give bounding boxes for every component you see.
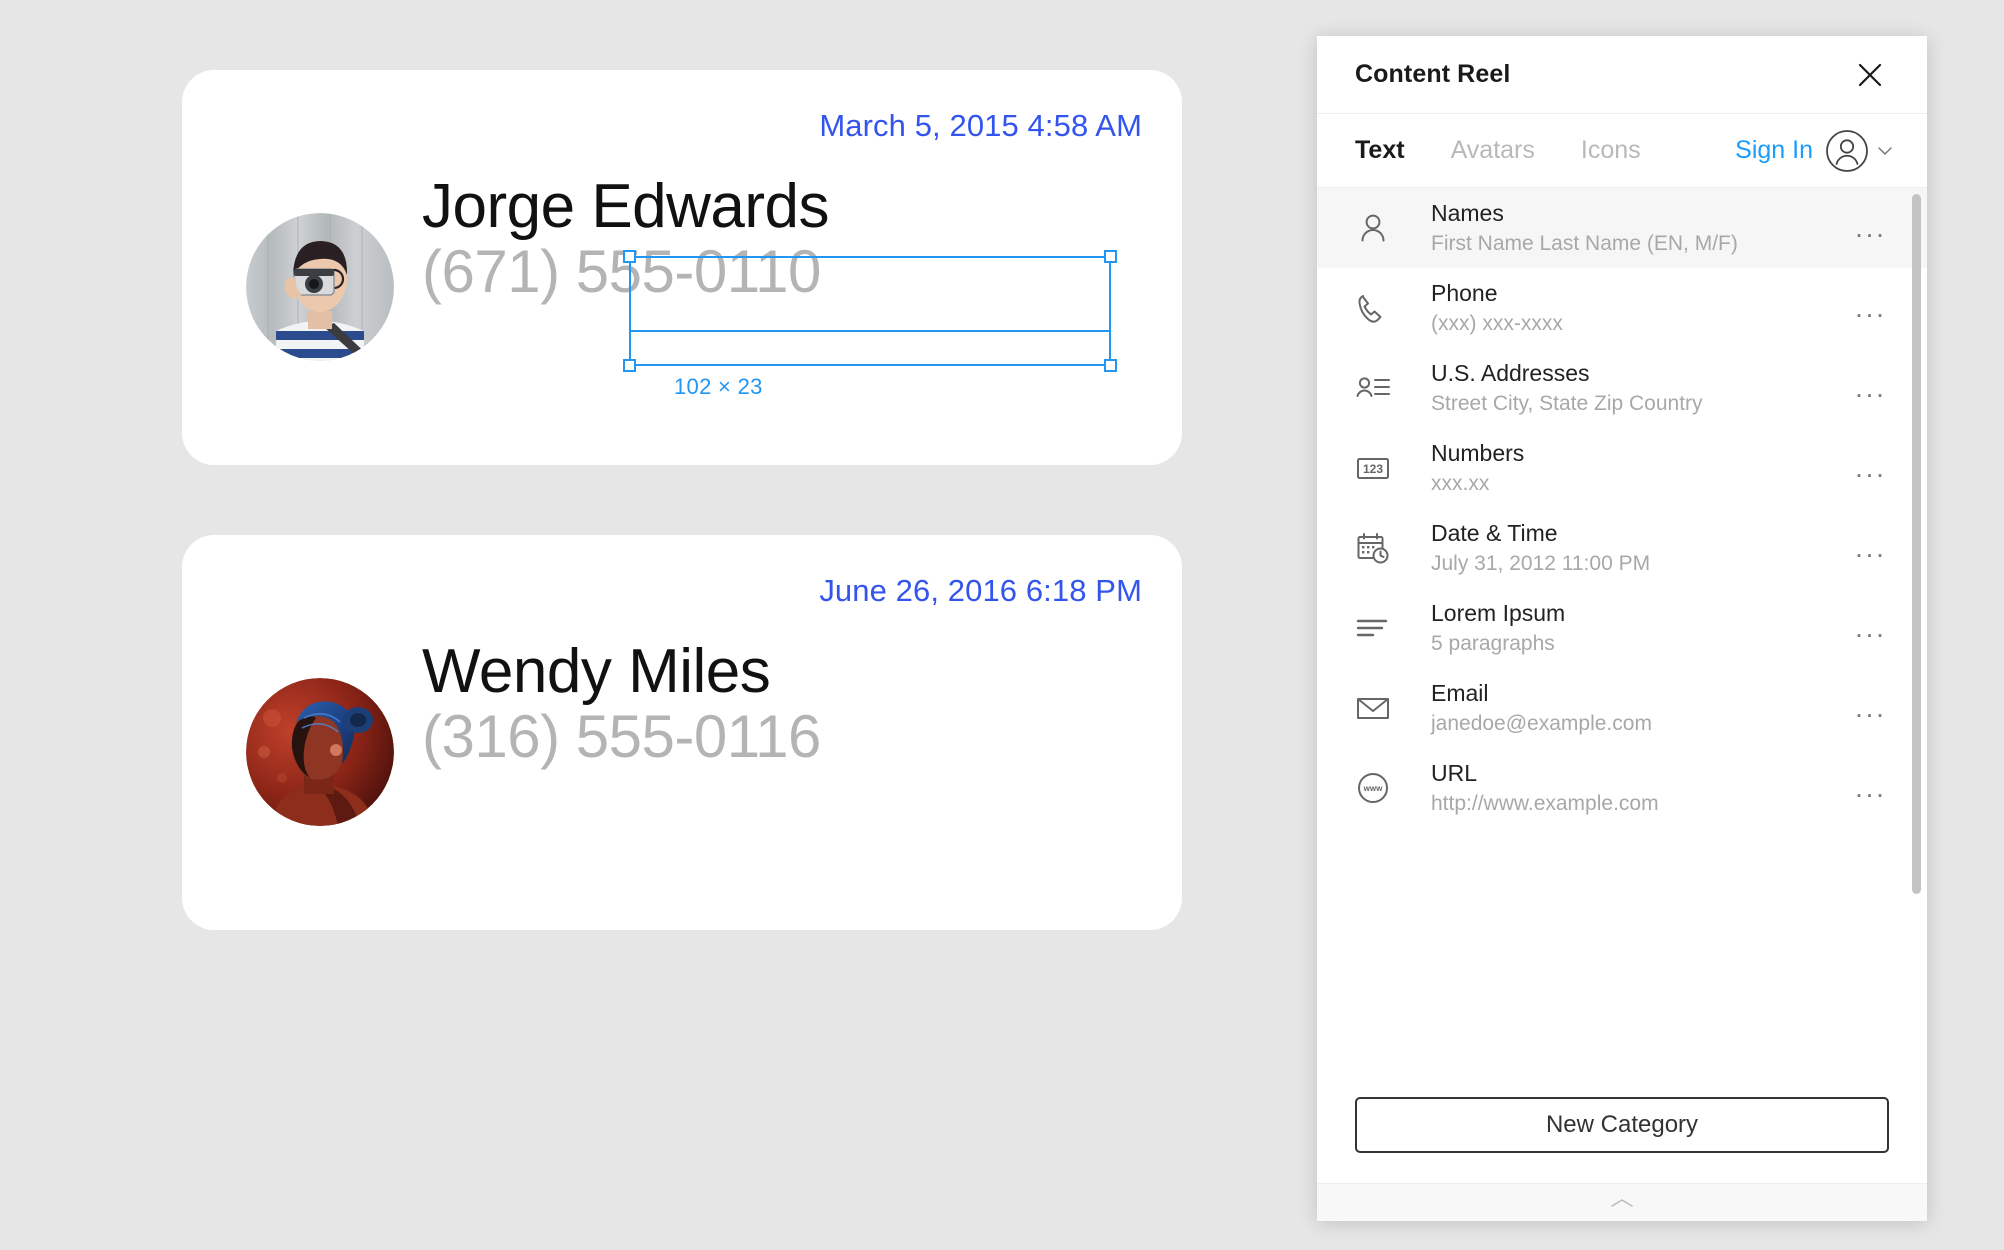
list-item-text: URL http://www.example.com [1409, 759, 1849, 817]
card-body: Jorge Edwards (671) 555-0110 [422, 175, 1142, 305]
avatar [246, 213, 394, 361]
address-icon [1355, 370, 1409, 406]
category-list[interactable]: Names First Name Last Name (EN, M/F) ...… [1317, 188, 1927, 1069]
paragraph-lines-icon [1355, 610, 1409, 646]
avatar-photo-jorge [246, 213, 394, 361]
card-phone[interactable]: (671) 555-0110 [422, 239, 1142, 305]
tab-text[interactable]: Text [1355, 136, 1405, 165]
list-item-subtitle: 5 paragraphs [1431, 631, 1555, 655]
panel-scrollbar[interactable] [1912, 194, 1921, 894]
contact-card[interactable]: March 5, 2015 4:58 AM Jorge Edwards (671… [182, 70, 1182, 465]
list-item-title: Numbers [1431, 439, 1525, 466]
list-item-text: U.S. Addresses Street City, State Zip Co… [1409, 359, 1849, 417]
selection-handle-bottom-right[interactable] [1104, 359, 1117, 372]
list-item-lorem-ipsum[interactable]: Lorem Ipsum 5 paragraphs ... [1317, 588, 1927, 668]
selection-baseline [631, 330, 1109, 332]
svg-text:www: www [1363, 784, 1383, 793]
list-item-subtitle: (xxx) xxx-xxxx [1431, 311, 1563, 335]
list-item-subtitle: xxx.xx [1431, 471, 1490, 495]
envelope-icon [1355, 690, 1409, 726]
card-date: March 5, 2015 4:58 AM [819, 108, 1142, 143]
panel-tabs: Text Avatars Icons Sign In [1317, 114, 1927, 188]
content-reel-panel: Content Reel Text Avatars Icons Sign In [1317, 36, 1927, 1221]
list-item-text: Email janedoe@example.com [1409, 679, 1849, 737]
card-phone[interactable]: (316) 555-0116 [422, 704, 1142, 770]
more-options-icon[interactable]: ... [1849, 374, 1893, 402]
list-item-email[interactable]: Email janedoe@example.com ... [1317, 668, 1927, 748]
avatar-photo-wendy [246, 678, 394, 826]
panel-footer: New Category [1317, 1069, 1927, 1183]
avatar [246, 678, 394, 826]
card-name[interactable]: Wendy Miles [422, 640, 1142, 703]
card-body: Wendy Miles (316) 555-0116 [422, 640, 1142, 770]
svg-text:123: 123 [1363, 462, 1383, 476]
close-icon[interactable] [1853, 58, 1887, 92]
www-globe-icon: www [1355, 770, 1409, 806]
more-options-icon[interactable]: ... [1849, 454, 1893, 482]
tab-icons[interactable]: Icons [1581, 136, 1641, 165]
list-item-text: Names First Name Last Name (EN, M/F) [1409, 199, 1849, 257]
numbers-icon: 123 [1355, 450, 1409, 486]
list-item-subtitle: First Name Last Name (EN, M/F) [1431, 231, 1738, 255]
list-item-text: Phone (xxx) xxx-xxxx [1409, 279, 1849, 337]
list-item-title: URL [1431, 759, 1478, 786]
panel-header: Content Reel [1317, 36, 1927, 114]
list-item-text: Lorem Ipsum 5 paragraphs [1409, 599, 1849, 657]
calendar-clock-icon [1355, 530, 1409, 566]
new-category-button[interactable]: New Category [1355, 1097, 1889, 1153]
list-item-subtitle: Street City, State Zip Country [1431, 391, 1703, 415]
list-item-names[interactable]: Names First Name Last Name (EN, M/F) ... [1317, 188, 1927, 268]
list-item-us-addresses[interactable]: U.S. Addresses Street City, State Zip Co… [1317, 348, 1927, 428]
chevron-up-icon [1611, 1198, 1633, 1207]
account-avatar-icon[interactable] [1825, 129, 1869, 173]
more-options-icon[interactable]: ... [1849, 534, 1893, 562]
list-item-title: Phone [1431, 279, 1498, 306]
chevron-down-icon[interactable] [1877, 146, 1893, 156]
list-item-title: U.S. Addresses [1431, 359, 1590, 386]
list-item-phone[interactable]: Phone (xxx) xxx-xxxx ... [1317, 268, 1927, 348]
panel-collapse-handle[interactable] [1317, 1183, 1927, 1221]
more-options-icon[interactable]: ... [1849, 214, 1893, 242]
list-item-numbers[interactable]: 123 Numbers xxx.xx ... [1317, 428, 1927, 508]
person-icon [1355, 210, 1409, 246]
signin-group: Sign In [1735, 129, 1893, 173]
more-options-icon[interactable]: ... [1849, 694, 1893, 722]
more-options-icon[interactable]: ... [1849, 614, 1893, 642]
tab-avatars[interactable]: Avatars [1451, 136, 1535, 165]
list-item-text: Numbers xxx.xx [1409, 439, 1849, 497]
list-item-text: Date & Time July 31, 2012 11:00 PM [1409, 519, 1849, 577]
list-item-title: Lorem Ipsum [1431, 599, 1566, 626]
contact-card[interactable]: June 26, 2016 6:18 PM Wendy Miles (316) … [182, 535, 1182, 930]
more-options-icon[interactable]: ... [1849, 294, 1893, 322]
list-item-date-time[interactable]: Date & Time July 31, 2012 11:00 PM ... [1317, 508, 1927, 588]
list-item-title: Email [1431, 679, 1489, 706]
more-options-icon[interactable]: ... [1849, 774, 1893, 802]
panel-title: Content Reel [1355, 60, 1511, 88]
selection-size-badge: 102 × 23 [674, 374, 763, 399]
sign-in-link[interactable]: Sign In [1735, 136, 1813, 165]
design-canvas: March 5, 2015 4:58 AM Jorge Edwards (671… [0, 0, 1310, 1250]
card-name[interactable]: Jorge Edwards [422, 175, 1142, 238]
selection-handle-bottom-left[interactable] [623, 359, 636, 372]
card-date: June 26, 2016 6:18 PM [819, 573, 1142, 608]
list-item-subtitle: http://www.example.com [1431, 791, 1659, 815]
list-item-title: Names [1431, 199, 1504, 226]
list-item-title: Date & Time [1431, 519, 1558, 546]
list-item-subtitle: July 31, 2012 11:00 PM [1431, 551, 1651, 575]
list-item-subtitle: janedoe@example.com [1431, 711, 1652, 735]
list-item-url[interactable]: www URL http://www.example.com ... [1317, 748, 1927, 828]
phone-icon [1355, 290, 1409, 326]
